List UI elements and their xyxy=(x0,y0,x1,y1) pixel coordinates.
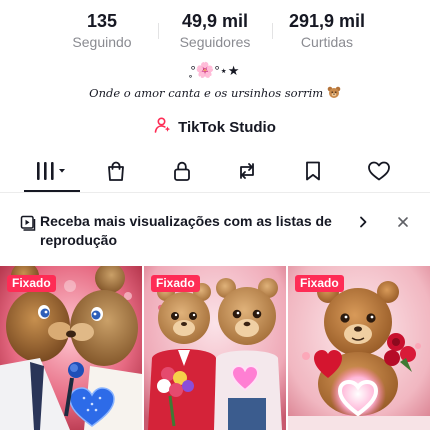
banner-text: Receba mais visualizações com as listas … xyxy=(40,213,332,248)
tab-private[interactable] xyxy=(158,154,206,192)
teddy-bear-emoji-icon xyxy=(327,86,341,99)
video-thumbnail[interactable]: Fixado xyxy=(0,266,142,430)
profile-tabs xyxy=(0,154,430,192)
followers-label: Seguidores xyxy=(179,34,251,50)
repost-icon xyxy=(235,160,259,187)
tab-reposts[interactable] xyxy=(223,154,271,192)
divider xyxy=(158,23,159,39)
video-thumbnail[interactable]: Fixado xyxy=(288,266,430,430)
tab-favorites[interactable] xyxy=(289,154,337,192)
close-icon[interactable] xyxy=(396,215,410,234)
following-stat[interactable]: 135 Seguindo xyxy=(47,9,157,51)
followers-count: 49,9 mil xyxy=(181,11,249,31)
followers-stat[interactable]: 49,9 mil Seguidores xyxy=(160,9,270,51)
tabs-divider xyxy=(0,192,430,193)
pinned-badge: Fixado xyxy=(7,275,56,292)
tab-shop[interactable] xyxy=(92,154,140,192)
bio-line-1: ̥°🌸°⋆★ xyxy=(0,61,430,81)
following-label: Seguindo xyxy=(72,34,132,50)
tiktok-studio-link[interactable]: TikTok Studio xyxy=(0,116,430,138)
studio-person-icon xyxy=(154,116,172,139)
playlist-icon xyxy=(20,215,36,236)
chevron-right-icon[interactable] xyxy=(357,215,369,234)
likes-stat[interactable]: 291,9 mil Curtidas xyxy=(272,9,382,51)
tab-liked[interactable] xyxy=(355,154,403,192)
videos-grid-icon xyxy=(35,161,69,186)
bio-deco-right: °⋆★ xyxy=(214,63,240,78)
pinned-badge: Fixado xyxy=(151,275,200,292)
video-thumbnail[interactable]: Fixado xyxy=(144,266,286,430)
playlist-promo-banner[interactable]: Receba mais visualizações com as listas … xyxy=(0,204,430,254)
likes-count: 291,9 mil xyxy=(288,11,366,31)
tab-videos[interactable] xyxy=(28,154,76,192)
profile-stats: 135 Seguindo 49,9 mil Seguidores 291,9 m… xyxy=(0,9,430,53)
studio-label: TikTok Studio xyxy=(178,118,276,136)
video-grid: Fixado Fixado Fixado xyxy=(0,266,430,430)
shop-bag-icon xyxy=(105,160,127,187)
flower-icon: 🌸 xyxy=(195,62,215,79)
lock-icon xyxy=(171,160,193,187)
likes-label: Curtidas xyxy=(300,34,354,50)
heart-icon xyxy=(367,160,391,187)
bookmark-icon xyxy=(303,160,323,187)
bio-line-2: Onde o amor canta e os ursinhos sorrim xyxy=(0,84,430,102)
bio-text: Onde o amor canta e os ursinhos sorrim xyxy=(89,86,324,100)
pinned-badge: Fixado xyxy=(295,275,344,292)
following-count: 135 xyxy=(86,11,118,31)
